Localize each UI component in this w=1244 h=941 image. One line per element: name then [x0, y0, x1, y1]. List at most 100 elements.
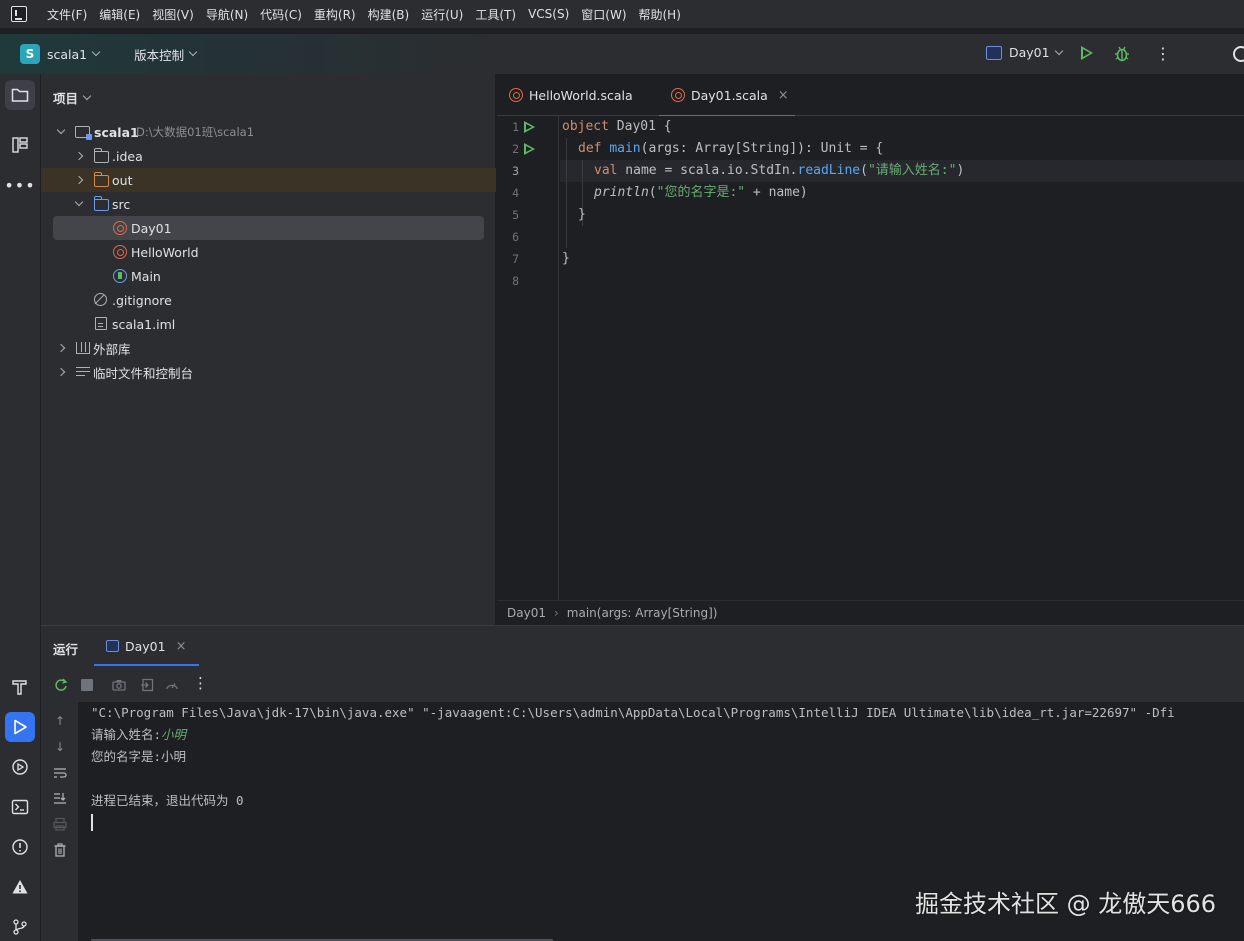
- tree-item-src[interactable]: src: [41, 192, 496, 216]
- services-tool-button[interactable]: [5, 752, 35, 782]
- console-command-line: "C:\Program Files\Java\jdk-17\bin\java.e…: [91, 705, 1175, 720]
- tree-item-out[interactable]: out: [41, 168, 496, 192]
- tree-item-label: scala1: [94, 124, 139, 140]
- more-tools-button[interactable]: •••: [4, 170, 36, 200]
- menu-view[interactable]: 视图(V): [152, 6, 194, 23]
- run-config-name: Day01: [1009, 45, 1050, 60]
- more-options-icon[interactable]: ⋮: [193, 675, 208, 691]
- play-icon: [14, 719, 27, 735]
- scala-object-icon: [671, 88, 685, 102]
- scala-object-icon: [509, 88, 523, 102]
- print-icon[interactable]: [53, 817, 67, 831]
- trash-icon[interactable]: [53, 843, 67, 857]
- menu-window[interactable]: 窗口(W): [581, 6, 626, 23]
- console-output-line: 您的名字是:小明: [91, 749, 187, 764]
- more-actions-button[interactable]: ⋮: [1155, 46, 1171, 62]
- menu-build[interactable]: 构建(B): [368, 6, 410, 23]
- tree-item-external-libraries[interactable]: 外部库: [41, 336, 496, 360]
- vcs-widget[interactable]: 版本控制: [127, 45, 198, 64]
- menu-edit[interactable]: 编辑(E): [99, 6, 140, 23]
- tab-helloworld-scala[interactable]: HelloWorld.scala: [509, 74, 633, 116]
- scroll-to-end-icon[interactable]: [53, 791, 67, 805]
- code-line-7: }: [562, 251, 570, 266]
- breadcrumb-item[interactable]: main(args: Array[String]): [567, 606, 718, 620]
- profiler-icon[interactable]: [165, 678, 179, 692]
- project-widget[interactable]: S scala1: [0, 44, 101, 64]
- menu-refactor[interactable]: 重构(R): [314, 6, 356, 23]
- menu-run[interactable]: 运行(U): [421, 6, 463, 23]
- run-gutter-icon[interactable]: [524, 121, 535, 133]
- line-number: 3: [512, 164, 519, 178]
- project-panel-header[interactable]: 项目: [53, 88, 92, 107]
- menu-code[interactable]: 代码(C): [260, 6, 302, 23]
- module-file-icon: [95, 317, 107, 330]
- menu-help[interactable]: 帮助(H): [639, 6, 681, 23]
- exit-icon[interactable]: [140, 678, 154, 692]
- stop-icon[interactable]: [81, 679, 93, 691]
- run-header: 运行 Day01 ×: [41, 626, 1244, 666]
- tree-item-main[interactable]: Main: [41, 264, 496, 288]
- code-editor[interactable]: 1 2 3 4 5 6 7 8 object Day01 { def main(…: [497, 116, 1244, 600]
- arrow-down-icon[interactable]: ↓: [53, 740, 67, 754]
- structure-tool-button[interactable]: [5, 130, 35, 160]
- line-number: 8: [512, 274, 519, 288]
- code-token: ): [956, 163, 965, 178]
- run-button[interactable]: [1081, 46, 1093, 60]
- tree-item-label: Day01: [131, 220, 172, 236]
- code-line-2: def main(args: Array[String]): Unit = {: [562, 138, 883, 160]
- code-token: (: [648, 185, 657, 200]
- tree-item-scratches[interactable]: 临时文件和控制台: [41, 360, 496, 384]
- code-token: Day01 {: [608, 119, 672, 134]
- tab-label: Day01.scala: [691, 87, 768, 103]
- chevron-down-icon[interactable]: [56, 125, 66, 135]
- menu-navigate[interactable]: 导航(N): [206, 6, 248, 23]
- ai-assistant-icon[interactable]: [1233, 46, 1244, 62]
- run-gutter-icon[interactable]: [524, 143, 535, 155]
- tree-item-iml[interactable]: scala1.iml: [41, 312, 496, 336]
- tree-item-label: HelloWorld: [131, 244, 199, 260]
- chevron-right-icon[interactable]: [56, 343, 66, 353]
- close-icon[interactable]: ×: [176, 639, 187, 654]
- chevron-right-icon[interactable]: [56, 367, 66, 377]
- terminal-tool-button[interactable]: [5, 792, 35, 822]
- tree-item-label: 外部库: [93, 341, 131, 357]
- chevron-down-icon: [1054, 46, 1063, 55]
- menu-file[interactable]: 文件(F): [47, 6, 87, 23]
- git-tool-button[interactable]: [5, 912, 35, 941]
- run-tool-button[interactable]: [5, 712, 35, 742]
- menu-tools[interactable]: 工具(T): [475, 6, 516, 23]
- line-number: 7: [512, 252, 519, 266]
- tab-run-day01[interactable]: Day01 ×: [94, 626, 199, 666]
- breadcrumb-item[interactable]: Day01: [507, 606, 546, 620]
- console-prompt-line: 请输入姓名:小明: [91, 724, 186, 746]
- intellij-logo-icon[interactable]: [11, 6, 27, 22]
- tree-item-idea[interactable]: .idea: [41, 144, 496, 168]
- code-token-function: readLine: [797, 163, 861, 178]
- chevron-right-icon[interactable]: [74, 175, 84, 185]
- tree-item-helloworld[interactable]: HelloWorld: [41, 240, 496, 264]
- ellipsis-icon: •••: [4, 175, 36, 195]
- notifications-tool-button[interactable]: [5, 872, 35, 902]
- soft-wrap-icon[interactable]: [53, 766, 67, 780]
- run-config-selector[interactable]: Day01: [986, 45, 1063, 60]
- tree-item-project-root[interactable]: scala1 D:\大数据01班\scala1: [41, 120, 496, 144]
- camera-icon[interactable]: [112, 678, 126, 692]
- problems-tool-button[interactable]: [5, 832, 35, 862]
- debug-button[interactable]: [1114, 45, 1130, 63]
- menu-vcs[interactable]: VCS(S): [528, 7, 569, 21]
- project-tool-button[interactable]: [5, 80, 35, 110]
- rerun-icon[interactable]: [54, 678, 68, 692]
- chevron-right-icon[interactable]: [74, 151, 84, 161]
- chevron-down-icon[interactable]: [74, 197, 84, 207]
- tree-item-gitignore[interactable]: .gitignore: [41, 288, 496, 312]
- arrow-up-icon[interactable]: ↑: [53, 714, 67, 728]
- services-icon: [12, 759, 28, 775]
- hammer-icon: [12, 680, 27, 695]
- tab-day01-scala[interactable]: Day01.scala ×: [659, 74, 795, 117]
- application-config-icon: [106, 640, 119, 652]
- close-icon[interactable]: ×: [778, 88, 789, 103]
- tree-item-day01[interactable]: Day01: [41, 216, 496, 240]
- code-token-keyword: val: [594, 163, 618, 178]
- build-tool-button[interactable]: [5, 672, 35, 702]
- editor-gutter: 1 2 3 4 5 6 7 8: [497, 116, 559, 600]
